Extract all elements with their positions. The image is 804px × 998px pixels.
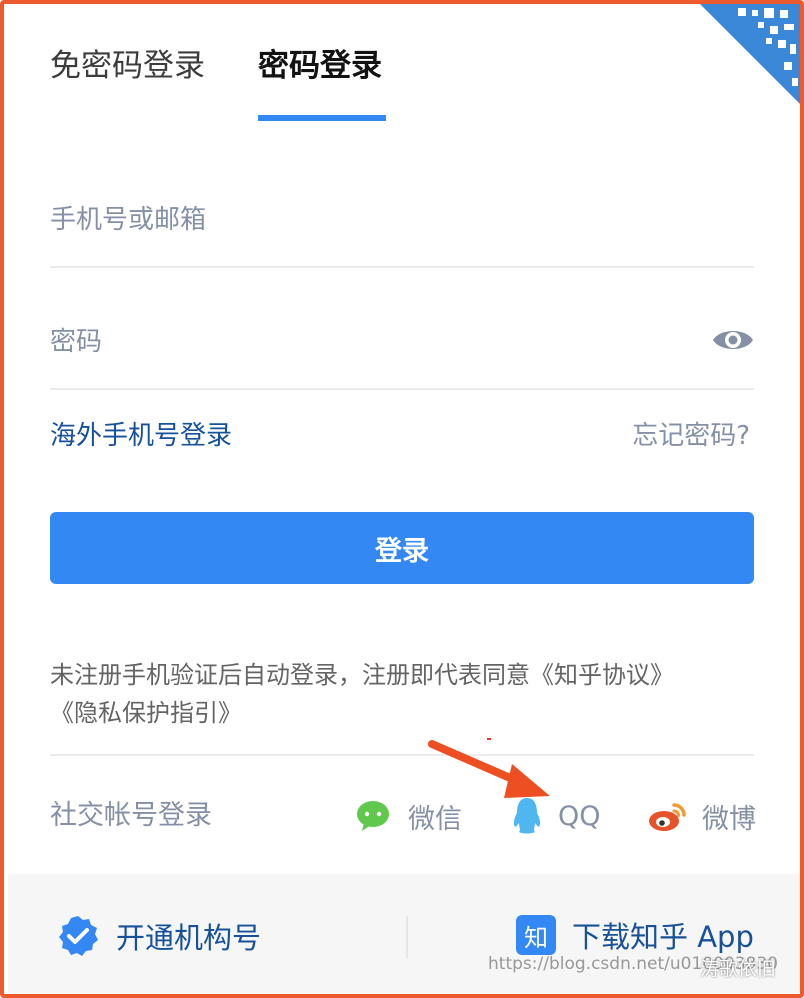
login-dialog: 免密码登录 密码登录 海外手机号登录 忘记密码? 登录 未注册手机验证后自动登录… — [0, 0, 804, 998]
agreement-line-1: 未注册手机验证后自动登录，注册即代表同意《知乎协议》 — [50, 661, 674, 689]
tab-sms-login[interactable]: 免密码登录 — [50, 44, 205, 88]
zhihu-logo-icon: 知 — [516, 915, 556, 955]
password-input[interactable] — [50, 320, 690, 364]
account-input[interactable] — [50, 198, 690, 242]
download-app-label: 下载知乎 App — [572, 920, 754, 954]
weibo-label: 微博 — [702, 803, 756, 835]
red-arrow-annotation — [428, 740, 550, 798]
footer-divider — [406, 916, 408, 958]
weibo-login-button[interactable]: 微博 — [648, 792, 756, 840]
open-org-account-link[interactable]: 开通机构号 — [56, 914, 261, 958]
footer-bar: 开通机构号 知 下载知乎 App — [8, 874, 800, 994]
overseas-phone-login-link[interactable]: 海外手机号登录 — [50, 414, 232, 458]
active-tab-indicator — [258, 115, 386, 121]
qq-label: QQ — [558, 800, 601, 832]
password-field — [50, 310, 754, 390]
weibo-icon — [649, 803, 686, 831]
tab-password-login[interactable]: 密码登录 — [258, 44, 382, 88]
verified-badge-icon — [59, 916, 98, 956]
wechat-icon — [357, 801, 389, 831]
qr-code-icon[interactable] — [700, 4, 800, 104]
login-button[interactable]: 登录 — [50, 512, 754, 584]
open-org-account-label: 开通机构号 — [116, 921, 262, 955]
watermark-account: 涛歌依旧 — [700, 958, 777, 980]
agreement-text: 未注册手机验证后自动登录，注册即代表同意《知乎协议》 《隐私保护指引》 — [50, 656, 754, 732]
eye-icon[interactable] — [712, 324, 754, 356]
social-login-label: 社交帐号登录 — [50, 800, 212, 831]
agreement-line-2[interactable]: 《隐私保护指引》 — [50, 694, 754, 732]
forgot-password-link[interactable]: 忘记密码? — [632, 414, 750, 458]
account-field — [50, 188, 754, 268]
download-app-link[interactable]: 知 下载知乎 App — [516, 914, 754, 956]
divider — [50, 754, 754, 756]
